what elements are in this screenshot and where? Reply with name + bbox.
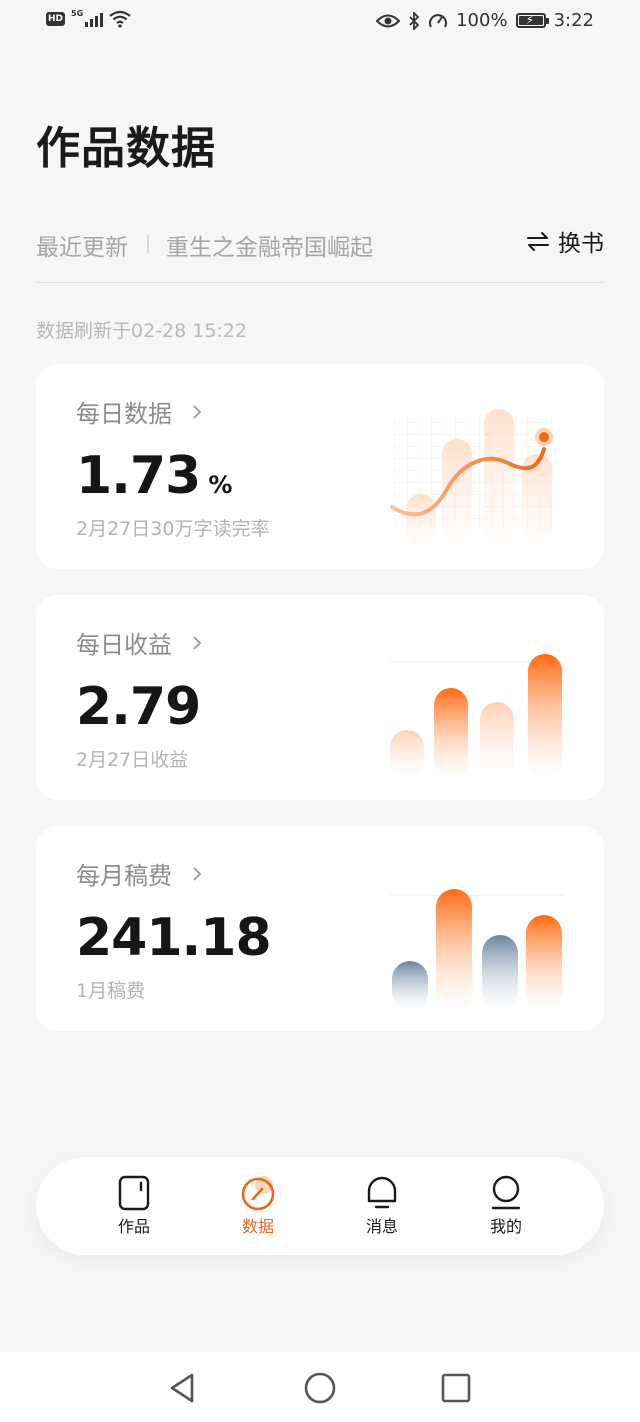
back-icon[interactable] bbox=[164, 1370, 200, 1406]
bottom-tab-bar: 作品 数据 消息 我的 bbox=[36, 1157, 604, 1255]
card-value: 241.18 bbox=[76, 908, 272, 968]
data-dial-icon bbox=[241, 1176, 275, 1211]
switch-book-button[interactable]: 换书 bbox=[526, 224, 604, 258]
tab-profile[interactable]: 我的 bbox=[466, 1175, 546, 1237]
value-number: 241.18 bbox=[76, 908, 272, 968]
speed-gauge-icon bbox=[429, 13, 448, 27]
mixed-bars-illustration bbox=[390, 889, 564, 1011]
card-title: 每日数据 bbox=[76, 394, 204, 429]
clock: 3:22 bbox=[553, 10, 594, 31]
vertical-divider bbox=[147, 235, 149, 253]
value-unit: % bbox=[208, 471, 233, 499]
tab-data[interactable]: 数据 bbox=[218, 1175, 298, 1237]
card-caption: 2月27日收益 bbox=[76, 749, 189, 771]
card-caption: 1月稿费 bbox=[76, 980, 146, 1002]
card-title: 每月稿费 bbox=[76, 856, 204, 891]
book-name: 重生之金融帝国崛起 bbox=[166, 235, 373, 261]
status-left: HD 5G bbox=[46, 8, 131, 28]
eye-icon bbox=[376, 14, 401, 27]
hd-badge: HD bbox=[46, 12, 66, 26]
page-title: 作品数据 bbox=[36, 123, 216, 174]
chevron-right-icon bbox=[193, 635, 202, 650]
tab-works[interactable]: 作品 bbox=[94, 1175, 174, 1237]
data-refresh-time: 数据刷新于02-28 15:22 bbox=[36, 320, 248, 342]
line-trend-illustration bbox=[390, 409, 554, 544]
section-divider bbox=[36, 282, 604, 283]
card-title-text: 每日数据 bbox=[76, 400, 172, 428]
bluetooth-icon bbox=[409, 11, 420, 30]
current-book-row: 最近更新 重生之金融帝国崛起 换书 bbox=[36, 224, 604, 261]
switch-book-label: 换书 bbox=[558, 231, 604, 257]
user-icon bbox=[491, 1175, 521, 1210]
swap-arrows-icon bbox=[527, 232, 549, 251]
tab-label: 消息 bbox=[365, 1217, 398, 1236]
status-right: 100% ⚡ 3:22 bbox=[376, 10, 594, 31]
value-number: 2.79 bbox=[76, 677, 201, 737]
tab-label: 作品 bbox=[117, 1217, 150, 1236]
card-title-text: 每月稿费 bbox=[76, 862, 172, 890]
system-navigation-bar bbox=[0, 1352, 640, 1422]
card-title-text: 每日收益 bbox=[76, 631, 172, 659]
card-value: 2.79 bbox=[76, 677, 201, 737]
daily-data-card[interactable]: 每日数据 1.73% 2月27日30万字读完率 bbox=[36, 364, 604, 569]
card-title: 每日收益 bbox=[76, 625, 204, 660]
network-type: 5G bbox=[71, 8, 84, 18]
chevron-right-icon bbox=[193, 866, 202, 881]
card-value: 1.73% bbox=[76, 446, 232, 506]
home-icon[interactable] bbox=[302, 1370, 338, 1406]
daily-income-card[interactable]: 每日收益 2.79 2月27日收益 bbox=[36, 595, 604, 800]
tab-messages[interactable]: 消息 bbox=[342, 1175, 422, 1237]
book-icon bbox=[118, 1175, 150, 1211]
status-bar: HD 5G 100% ⚡ 3:22 bbox=[0, 0, 640, 44]
recent-update-label: 最近更新 bbox=[36, 235, 128, 261]
bell-icon bbox=[367, 1176, 397, 1209]
card-caption: 2月27日30万字读完率 bbox=[76, 518, 270, 540]
tab-label: 数据 bbox=[241, 1217, 274, 1236]
monthly-royalty-card[interactable]: 每月稿费 241.18 1月稿费 bbox=[36, 826, 604, 1031]
signal-icon bbox=[85, 11, 104, 27]
value-number: 1.73 bbox=[76, 446, 201, 506]
wifi-icon bbox=[109, 10, 131, 28]
recent-apps-icon[interactable] bbox=[438, 1370, 474, 1406]
chevron-right-icon bbox=[193, 404, 202, 419]
tab-label: 我的 bbox=[489, 1217, 522, 1236]
battery-percent: 100% bbox=[456, 10, 508, 31]
battery-icon: ⚡ bbox=[515, 13, 549, 28]
orange-bars-illustration bbox=[390, 654, 564, 780]
